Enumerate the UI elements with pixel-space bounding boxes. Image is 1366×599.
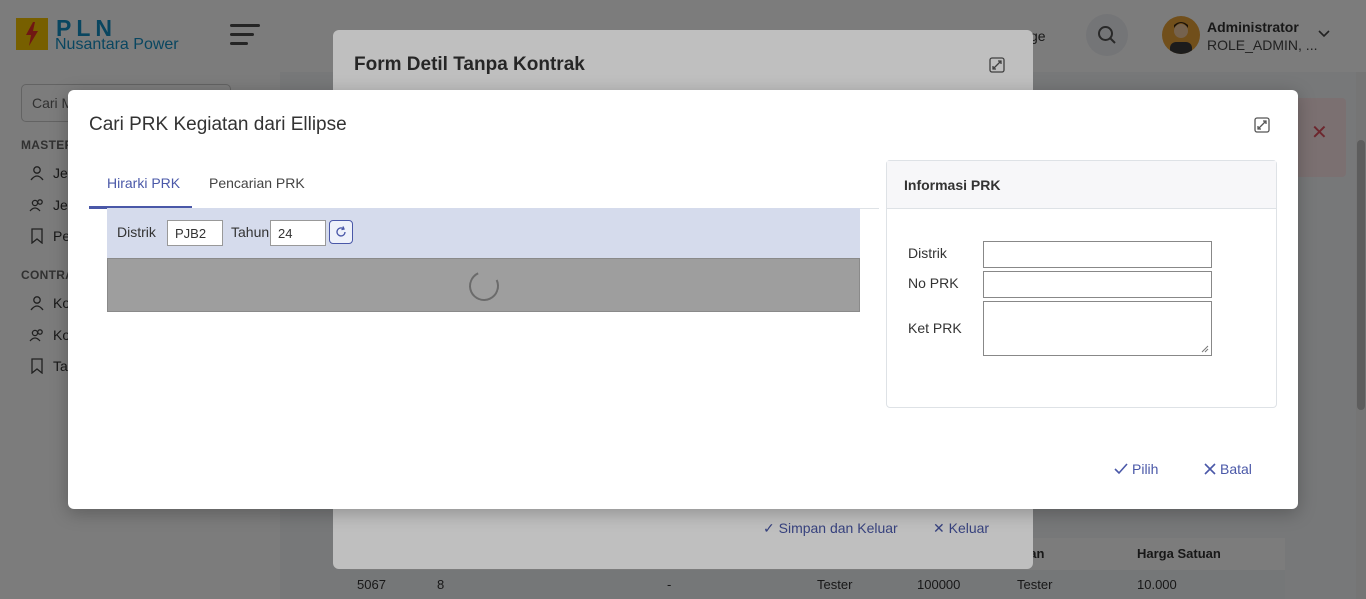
- distrik-label: Distrik: [117, 224, 156, 240]
- refresh-button[interactable]: [329, 220, 353, 244]
- info-prk-panel: Informasi PRK Distrik No PRK Ket PRK: [886, 160, 1277, 408]
- tab-hirarki-prk[interactable]: Hirarki PRK: [107, 175, 180, 191]
- expand-icon[interactable]: [1254, 117, 1270, 133]
- prk-tree-loading: [107, 258, 860, 312]
- tahun-input[interactable]: [270, 220, 326, 246]
- batal-label: Batal: [1220, 461, 1252, 477]
- close-icon: [1204, 463, 1216, 475]
- prk-search-modal: Cari PRK Kegiatan dari Ellipse Hirarki P…: [68, 90, 1298, 509]
- tahun-label: Tahun: [231, 224, 270, 240]
- info-ket-prk-label: Ket PRK: [908, 320, 962, 336]
- info-panel-header: Informasi PRK: [887, 161, 1276, 209]
- info-distrik-field[interactable]: [983, 241, 1212, 268]
- batal-button[interactable]: Batal: [1204, 461, 1252, 477]
- pilih-button[interactable]: Pilih: [1114, 461, 1158, 477]
- modal-title: Cari PRK Kegiatan dari Ellipse: [89, 114, 347, 135]
- loading-spinner-icon: [464, 266, 504, 306]
- info-no-prk-field[interactable]: [983, 271, 1212, 298]
- refresh-icon: [336, 226, 346, 237]
- distrik-input[interactable]: [167, 220, 223, 246]
- filter-bar: Distrik Tahun: [107, 208, 860, 258]
- info-distrik-label: Distrik: [908, 245, 947, 261]
- tab-pencarian-prk[interactable]: Pencarian PRK: [209, 175, 305, 191]
- resize-grip-icon[interactable]: [1201, 345, 1209, 353]
- info-no-prk-label: No PRK: [908, 275, 959, 291]
- info-ket-prk-textarea[interactable]: [983, 301, 1212, 356]
- tab-bar: Hirarki PRK Pencarian PRK: [89, 160, 879, 209]
- check-icon: [1114, 463, 1128, 475]
- info-panel-title: Informasi PRK: [904, 177, 1001, 193]
- pilih-label: Pilih: [1132, 461, 1159, 477]
